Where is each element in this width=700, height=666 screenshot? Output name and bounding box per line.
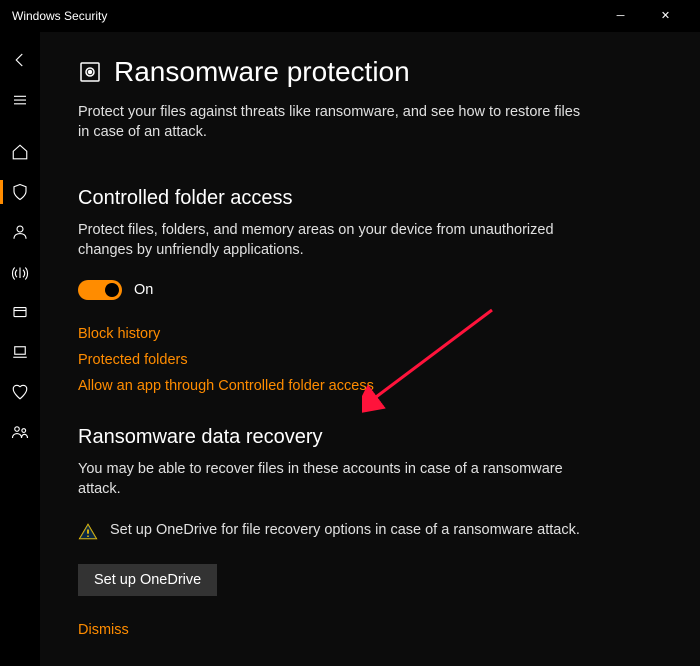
nav-app-browser[interactable]: [0, 292, 40, 332]
nav-home[interactable]: [0, 132, 40, 172]
hamburger-icon: [11, 91, 29, 109]
antenna-icon: [11, 263, 29, 281]
recovery-description: You may be able to recover files in thes…: [78, 459, 588, 500]
main-content: Ransomware protection Protect your files…: [40, 32, 700, 666]
recovery-title: Ransomware data recovery: [78, 426, 662, 449]
dismiss-link[interactable]: Dismiss: [78, 622, 662, 638]
menu-button[interactable]: [0, 80, 40, 120]
cfa-toggle-label: On: [134, 282, 153, 298]
block-history-link[interactable]: Block history: [78, 326, 662, 342]
home-icon: [11, 143, 29, 161]
sidebar: [0, 32, 40, 666]
setup-onedrive-button[interactable]: Set up OneDrive: [78, 564, 217, 596]
page-title: Ransomware protection: [114, 56, 410, 88]
ransomware-icon: [78, 60, 102, 84]
page-description: Protect your files against threats like …: [78, 102, 588, 143]
recovery-info: Set up OneDrive for file recovery option…: [110, 520, 580, 540]
close-button[interactable]: ✕: [643, 0, 688, 32]
back-arrow-icon: [11, 51, 29, 69]
cfa-toggle[interactable]: [78, 280, 122, 300]
cfa-description: Protect files, folders, and memory areas…: [78, 220, 588, 261]
family-icon: [11, 423, 29, 441]
nav-firewall[interactable]: [0, 252, 40, 292]
nav-device-security[interactable]: [0, 332, 40, 372]
minimize-button[interactable]: ─: [598, 0, 643, 32]
shield-icon: [11, 183, 29, 201]
window-title: Windows Security: [12, 9, 107, 23]
laptop-icon: [11, 343, 29, 361]
protected-folders-link[interactable]: Protected folders: [78, 352, 662, 368]
app-browser-icon: [11, 303, 29, 321]
warning-icon: [78, 522, 98, 542]
nav-performance[interactable]: [0, 372, 40, 412]
nav-account[interactable]: [0, 212, 40, 252]
back-button[interactable]: [0, 40, 40, 80]
cfa-title: Controlled folder access: [78, 187, 662, 210]
heart-icon: [11, 383, 29, 401]
nav-family[interactable]: [0, 412, 40, 452]
allow-app-link[interactable]: Allow an app through Controlled folder a…: [78, 378, 662, 394]
person-icon: [11, 223, 29, 241]
title-bar: Windows Security ─ ✕: [0, 0, 700, 32]
nav-virus-threat[interactable]: [0, 172, 40, 212]
